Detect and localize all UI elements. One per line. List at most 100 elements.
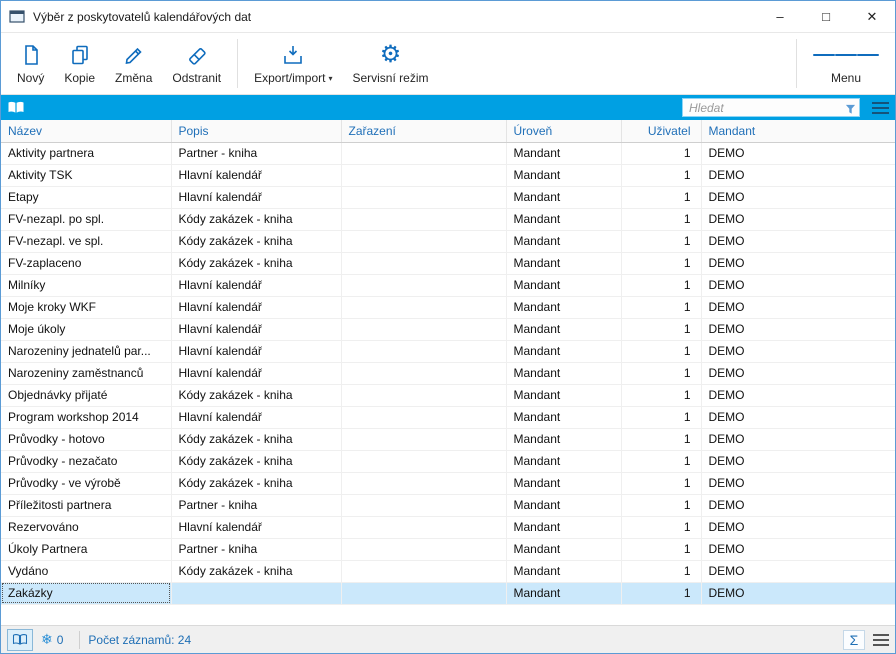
table-cell[interactable]: Rezervováno (1, 516, 171, 538)
table-cell[interactable]: Moje kroky WKF (1, 296, 171, 318)
table-cell[interactable]: Hlavní kalendář (171, 340, 341, 362)
table-cell[interactable]: DEMO (701, 428, 895, 450)
table-cell[interactable]: Kódy zakázek - kniha (171, 384, 341, 406)
table-cell[interactable]: 1 (621, 538, 701, 560)
table-cell[interactable] (341, 208, 506, 230)
table-cell[interactable]: DEMO (701, 142, 895, 164)
table-cell[interactable]: Mandant (506, 186, 621, 208)
table-cell[interactable]: Kódy zakázek - kniha (171, 560, 341, 582)
table-cell[interactable]: DEMO (701, 472, 895, 494)
table-cell[interactable]: Kódy zakázek - kniha (171, 208, 341, 230)
menu-button[interactable]: Menu (803, 33, 889, 94)
table-cell[interactable]: Mandant (506, 208, 621, 230)
table-cell[interactable]: 1 (621, 516, 701, 538)
table-cell[interactable] (341, 516, 506, 538)
table-cell[interactable]: Hlavní kalendář (171, 186, 341, 208)
table-cell[interactable]: Kódy zakázek - kniha (171, 450, 341, 472)
table-cell[interactable] (341, 428, 506, 450)
table-cell[interactable]: Mandant (506, 362, 621, 384)
table-cell[interactable]: 1 (621, 186, 701, 208)
export-import-button[interactable]: Export/import ▾ (244, 33, 342, 94)
table-cell[interactable]: DEMO (701, 318, 895, 340)
table-row[interactable]: FV-nezapl. ve spl.Kódy zakázek - knihaMa… (1, 230, 895, 252)
table-row[interactable]: Objednávky přijatéKódy zakázek - knihaMa… (1, 384, 895, 406)
book-view-button[interactable] (7, 629, 33, 651)
table-cell[interactable]: 1 (621, 142, 701, 164)
table-cell[interactable]: 1 (621, 450, 701, 472)
table-cell[interactable]: FV-zaplaceno (1, 252, 171, 274)
table-cell[interactable] (341, 450, 506, 472)
table-cell[interactable]: Průvodky - ve výrobě (1, 472, 171, 494)
table-cell[interactable]: Partner - kniha (171, 494, 341, 516)
table-cell[interactable]: DEMO (701, 230, 895, 252)
table-cell[interactable]: 1 (621, 472, 701, 494)
table-cell[interactable]: Partner - kniha (171, 142, 341, 164)
filter-funnel-icon[interactable] (845, 102, 856, 120)
table-cell[interactable] (341, 274, 506, 296)
table-cell[interactable]: DEMO (701, 252, 895, 274)
table-cell[interactable]: Aktivity partnera (1, 142, 171, 164)
table-row[interactable]: Moje kroky WKFHlavní kalendářMandant1DEM… (1, 296, 895, 318)
table-cell[interactable]: Kódy zakázek - kniha (171, 252, 341, 274)
table-row[interactable]: Narozeniny zaměstnancůHlavní kalendářMan… (1, 362, 895, 384)
table-cell[interactable]: DEMO (701, 450, 895, 472)
table-row[interactable]: RezervovánoHlavní kalendářMandant1DEMO (1, 516, 895, 538)
table-cell[interactable]: Hlavní kalendář (171, 406, 341, 428)
table-cell[interactable]: 1 (621, 582, 701, 604)
table-row[interactable]: Průvodky - nezačatoKódy zakázek - knihaM… (1, 450, 895, 472)
table-cell[interactable] (341, 186, 506, 208)
table-cell[interactable]: Mandant (506, 538, 621, 560)
maximize-button[interactable]: □ (803, 1, 849, 32)
table-cell[interactable]: DEMO (701, 516, 895, 538)
table-cell[interactable]: DEMO (701, 362, 895, 384)
table-cell[interactable]: Aktivity TSK (1, 164, 171, 186)
table-cell[interactable]: Průvodky - hotovo (1, 428, 171, 450)
table-row[interactable]: Moje úkolyHlavní kalendářMandant1DEMO (1, 318, 895, 340)
statusbar-menu-icon[interactable] (873, 631, 889, 649)
table-cell[interactable]: Mandant (506, 494, 621, 516)
table-cell[interactable]: 1 (621, 296, 701, 318)
table-cell[interactable]: Hlavní kalendář (171, 274, 341, 296)
table-cell[interactable]: 1 (621, 494, 701, 516)
column-header[interactable]: Mandant (701, 120, 895, 142)
table-cell[interactable]: Mandant (506, 142, 621, 164)
table-cell[interactable] (341, 406, 506, 428)
column-header[interactable]: Úroveň (506, 120, 621, 142)
table-row[interactable]: Narozeniny jednatelů par...Hlavní kalend… (1, 340, 895, 362)
table-cell[interactable]: DEMO (701, 494, 895, 516)
table-row[interactable]: EtapyHlavní kalendářMandant1DEMO (1, 186, 895, 208)
table-cell[interactable]: DEMO (701, 406, 895, 428)
table-cell[interactable]: Mandant (506, 340, 621, 362)
table-cell[interactable] (341, 296, 506, 318)
table-cell[interactable]: 1 (621, 208, 701, 230)
table-cell[interactable]: 1 (621, 406, 701, 428)
table-cell[interactable] (341, 142, 506, 164)
table-cell[interactable] (341, 252, 506, 274)
table-cell[interactable]: FV-nezapl. po spl. (1, 208, 171, 230)
table-cell[interactable]: DEMO (701, 208, 895, 230)
table-cell[interactable]: DEMO (701, 582, 895, 604)
table-cell[interactable]: Příležitosti partnera (1, 494, 171, 516)
table-row[interactable]: Průvodky - hotovoKódy zakázek - knihaMan… (1, 428, 895, 450)
grid-menu-icon[interactable] (872, 99, 889, 117)
table-row[interactable]: Příležitosti partneraPartner - kniha Mand… (1, 494, 895, 516)
table-cell[interactable]: Hlavní kalendář (171, 516, 341, 538)
table-cell[interactable]: DEMO (701, 340, 895, 362)
table-row[interactable]: Úkoly PartneraPartner - knihaMandant1DEM… (1, 538, 895, 560)
table-cell[interactable]: Etapy (1, 186, 171, 208)
table-row[interactable]: MilníkyHlavní kalendářMandant1DEMO (1, 274, 895, 296)
table-cell[interactable]: Mandant (506, 296, 621, 318)
table-cell[interactable]: Vydáno (1, 560, 171, 582)
table-cell[interactable]: Partner - kniha (171, 538, 341, 560)
table-cell[interactable]: Mandant (506, 252, 621, 274)
table-cell[interactable] (341, 340, 506, 362)
column-header[interactable]: Popis (171, 120, 341, 142)
table-cell[interactable]: DEMO (701, 538, 895, 560)
table-row[interactable]: FV-zaplacenoKódy zakázek - knihaMandant1… (1, 252, 895, 274)
table-cell[interactable]: Zakázky (1, 582, 171, 604)
table-cell[interactable]: Mandant (506, 406, 621, 428)
table-cell[interactable]: Narozeniny jednatelů par... (1, 340, 171, 362)
table-row[interactable]: VydánoKódy zakázek - knihaMandant1DEMO (1, 560, 895, 582)
table-cell[interactable] (341, 318, 506, 340)
table-cell[interactable]: DEMO (701, 384, 895, 406)
